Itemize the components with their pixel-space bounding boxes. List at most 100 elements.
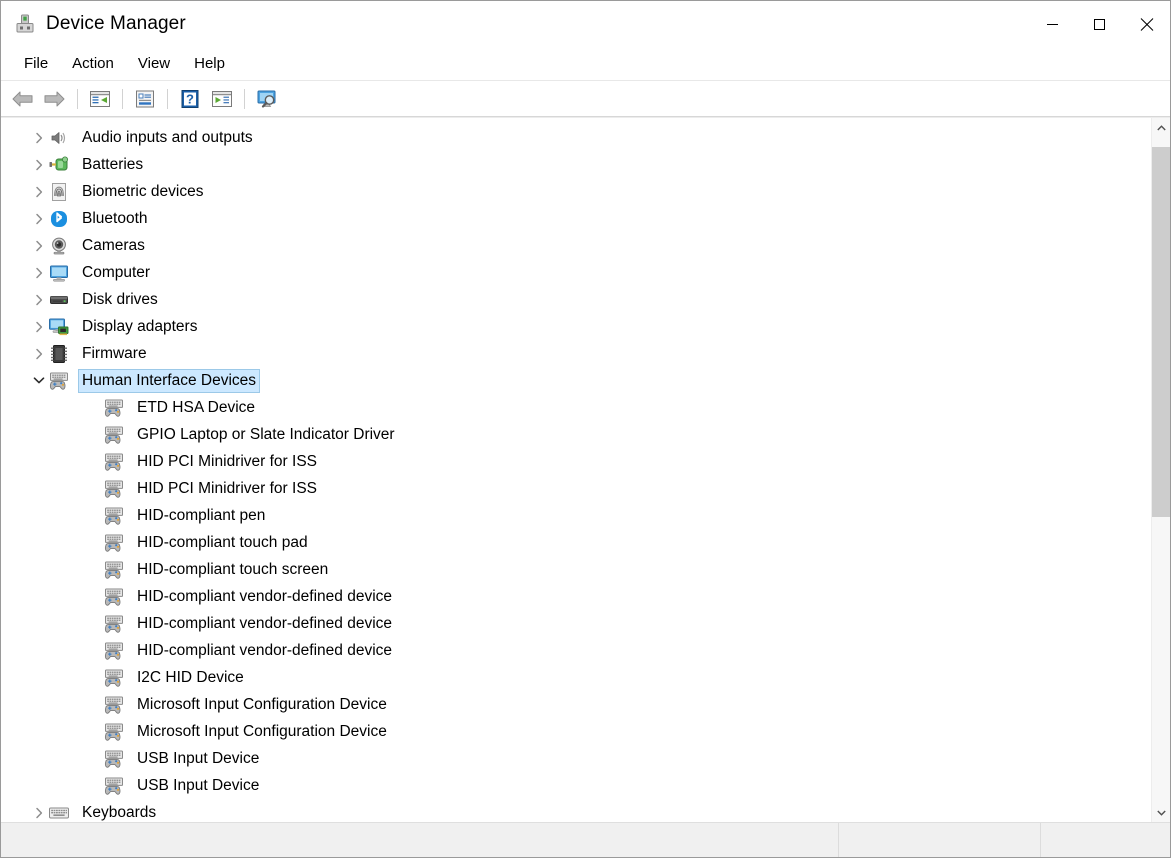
expander-none — [85, 772, 103, 799]
scroll-down-button[interactable] — [1152, 803, 1170, 822]
speaker-icon — [48, 127, 70, 149]
chevron-right-icon — [35, 321, 42, 332]
tree-row[interactable]: ETD HSA Device — [1, 394, 1151, 421]
minimize-icon — [1047, 23, 1058, 25]
tree-row[interactable]: Cameras — [1, 232, 1151, 259]
hid-icon — [103, 694, 125, 716]
chevron-right-icon — [35, 294, 42, 305]
tree-row-label: Human Interface Devices — [77, 368, 261, 393]
tree-row-label: HID-compliant pen — [137, 506, 266, 524]
tree-row[interactable]: Microsoft Input Configuration Device — [1, 718, 1151, 745]
bluetooth-icon — [48, 208, 70, 230]
help-button[interactable]: ? — [175, 85, 205, 113]
tree-row[interactable]: Computer — [1, 259, 1151, 286]
scan-for-hardware-changes-button[interactable] — [252, 85, 282, 113]
show-hide-console-tree-button[interactable] — [85, 85, 115, 113]
hid-icon — [103, 559, 125, 581]
close-button[interactable] — [1123, 1, 1170, 47]
tree-row[interactable]: I2C HID Device — [1, 664, 1151, 691]
expander-collapsed[interactable] — [30, 205, 48, 232]
device-manager-window: Device Manager File Action View Help ? A… — [0, 0, 1171, 858]
expander-collapsed[interactable] — [30, 286, 48, 313]
expander-none — [85, 394, 103, 421]
tree-row-label: HID PCI Minidriver for ISS — [137, 479, 318, 497]
scrollbar-track[interactable] — [1152, 137, 1170, 803]
tree-row[interactable]: Audio inputs and outputs — [1, 124, 1151, 151]
minimize-button[interactable] — [1029, 1, 1076, 47]
tree-row[interactable]: HID-compliant vendor-defined device — [1, 583, 1151, 610]
tree-row[interactable]: HID PCI Minidriver for ISS — [1, 448, 1151, 475]
scroll-up-button[interactable] — [1152, 118, 1170, 137]
display-adapter-icon — [48, 316, 70, 338]
tree-row-label: HID-compliant vendor-defined device — [137, 641, 393, 659]
expander-collapsed[interactable] — [30, 124, 48, 151]
chevron-right-icon — [35, 186, 42, 197]
status-pane-2 — [839, 823, 1041, 857]
scrollbar-thumb[interactable] — [1152, 147, 1170, 517]
firmware-chip-icon — [48, 343, 70, 365]
menu-item-file[interactable]: File — [12, 52, 60, 76]
tree-row[interactable]: Bluetooth — [1, 205, 1151, 232]
tree-row-label: Computer — [82, 263, 151, 281]
status-pane-3 — [1041, 823, 1170, 857]
battery-icon — [48, 154, 70, 176]
vertical-scrollbar[interactable] — [1151, 118, 1170, 822]
tree-row[interactable]: HID PCI Minidriver for ISS — [1, 475, 1151, 502]
tree-row-label: GPIO Laptop or Slate Indicator Driver — [137, 425, 395, 443]
expander-collapsed[interactable] — [30, 178, 48, 205]
expander-collapsed[interactable] — [30, 340, 48, 367]
expander-collapsed[interactable] — [30, 259, 48, 286]
tree-row[interactable]: Biometric devices — [1, 178, 1151, 205]
back-button[interactable] — [8, 85, 38, 113]
menu-item-view[interactable]: View — [126, 52, 182, 76]
tree-row[interactable]: Firmware — [1, 340, 1151, 367]
update-driver-icon — [212, 90, 232, 107]
expander-expanded[interactable] — [30, 367, 48, 394]
tree-row[interactable]: HID-compliant touch pad — [1, 529, 1151, 556]
chevron-up-icon — [1156, 124, 1166, 130]
properties-button[interactable] — [130, 85, 160, 113]
tree-row-label: I2C HID Device — [137, 668, 244, 686]
tree-row-label: Biometric devices — [82, 182, 204, 200]
hid-icon — [103, 613, 125, 635]
tree-row-label: USB Input Device — [137, 776, 260, 794]
content-area: Audio inputs and outputs Batteries Biometr… — [1, 117, 1170, 822]
expander-none — [85, 637, 103, 664]
expander-collapsed[interactable] — [30, 799, 48, 822]
expander-collapsed[interactable] — [30, 313, 48, 340]
tree-row[interactable]: Disk drives — [1, 286, 1151, 313]
tree-row[interactable]: GPIO Laptop or Slate Indicator Driver — [1, 421, 1151, 448]
tree-row[interactable]: HID-compliant vendor-defined device — [1, 637, 1151, 664]
close-icon — [1140, 18, 1153, 31]
tree-row-label: HID PCI Minidriver for ISS — [137, 452, 318, 470]
hid-icon — [103, 532, 125, 554]
window-title: Device Manager — [46, 13, 186, 34]
forward-button[interactable] — [40, 85, 70, 113]
update-driver-button[interactable] — [207, 85, 237, 113]
hid-icon — [103, 640, 125, 662]
hid-icon — [103, 667, 125, 689]
status-bar — [1, 822, 1170, 857]
tree-row[interactable]: Human Interface Devices — [1, 367, 1151, 394]
tree-row[interactable]: Microsoft Input Configuration Device — [1, 691, 1151, 718]
expander-collapsed[interactable] — [30, 151, 48, 178]
menu-item-action[interactable]: Action — [60, 52, 126, 76]
menu-bar: File Action View Help — [1, 47, 1170, 81]
device-tree[interactable]: Audio inputs and outputs Batteries Biometr… — [1, 118, 1151, 822]
expander-collapsed[interactable] — [30, 232, 48, 259]
menu-item-help[interactable]: Help — [182, 52, 237, 76]
tree-row[interactable]: USB Input Device — [1, 745, 1151, 772]
tree-row[interactable]: Batteries — [1, 151, 1151, 178]
expander-none — [85, 475, 103, 502]
tree-row[interactable]: HID-compliant vendor-defined device — [1, 610, 1151, 637]
maximize-button[interactable] — [1076, 1, 1123, 47]
tree-row[interactable]: HID-compliant touch screen — [1, 556, 1151, 583]
expander-none — [85, 556, 103, 583]
tree-row[interactable]: Display adapters — [1, 313, 1151, 340]
tree-row[interactable]: HID-compliant pen — [1, 502, 1151, 529]
tree-row[interactable]: Keyboards — [1, 799, 1151, 822]
chevron-right-icon — [35, 240, 42, 251]
expander-none — [85, 745, 103, 772]
tree-row-label: ETD HSA Device — [137, 398, 256, 416]
tree-row[interactable]: USB Input Device — [1, 772, 1151, 799]
